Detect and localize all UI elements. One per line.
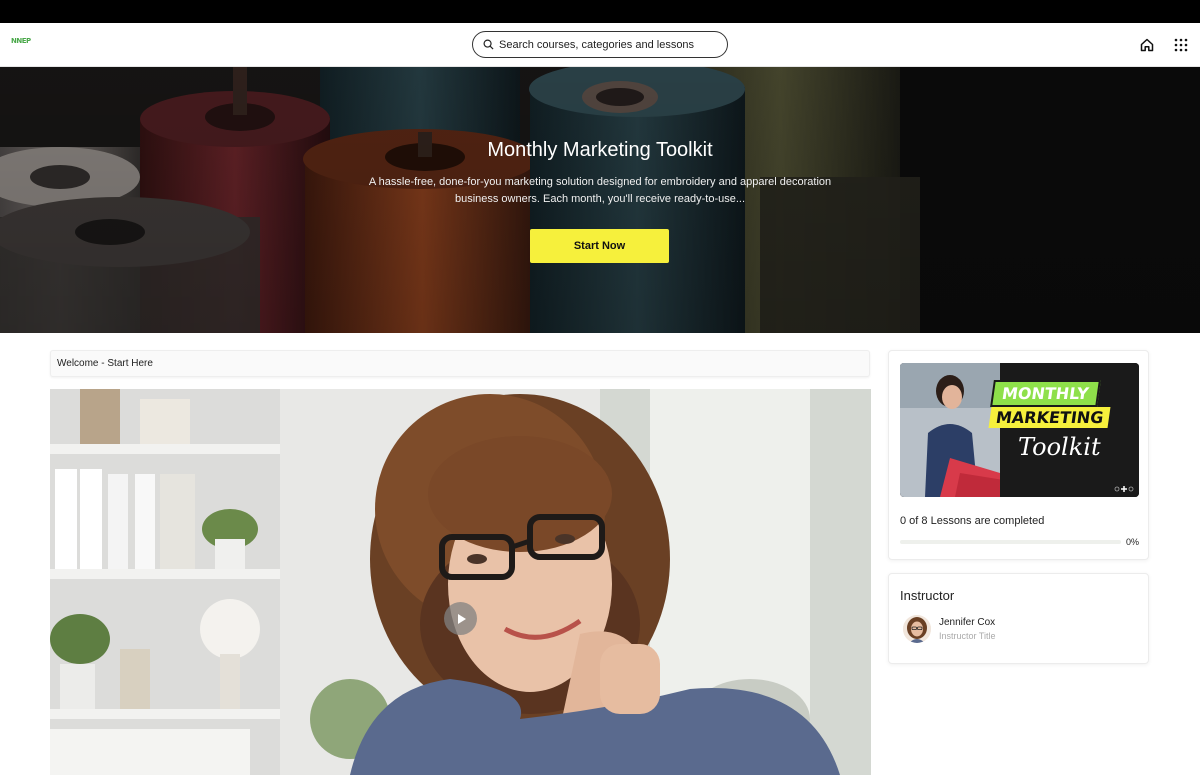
thumbnail-brand-icon [1114,486,1134,492]
lesson-title-bar[interactable]: Welcome - Start Here [50,350,870,377]
hero-title: Monthly Marketing Toolkit [487,139,713,161]
site-logo[interactable]: NNEP [11,37,31,53]
course-progress-bar [900,540,1121,544]
play-icon [457,613,466,624]
apps-grid-icon[interactable] [1173,37,1189,53]
lesson-title: Welcome - Start Here [57,358,153,369]
thumbnail-title-marketing: MARKETING [988,407,1111,428]
instructor-title: Instructor Title [939,631,996,641]
avatar-image [903,615,931,643]
hero-description: A hassle-free, done-for-you marketing so… [368,176,832,205]
course-progress-card: MONTHLY MARKETING Toolkit 0 of 8 Lessons… [888,350,1149,560]
play-button[interactable] [444,602,477,635]
progress-percent: 0% [1126,537,1140,547]
search-box[interactable]: Search courses, categories and lessons [472,31,728,58]
search-input[interactable]: Search courses, categories and lessons [499,39,694,51]
video-player[interactable] [50,389,871,775]
instructor-card: Instructor Jennifer Cox Instructor Title [888,573,1149,664]
start-now-button[interactable]: Start Now [530,229,669,263]
instructor-avatar[interactable] [903,615,931,643]
thumbnail-title-toolkit: Toolkit [1018,433,1101,461]
search-icon [483,39,494,50]
instructor-name[interactable]: Jennifer Cox [939,617,995,628]
thumbnail-title-monthly: MONTHLY [990,380,1101,407]
instructor-heading: Instructor [900,588,955,603]
window-top-bar [0,0,1200,23]
home-icon[interactable] [1139,37,1155,53]
lessons-completed-text: 0 of 8 Lessons are completed [900,515,1045,527]
site-header: NNEP Search courses, categories and less… [0,23,1200,67]
video-thumbnail-image [50,389,871,775]
logo-text: NNEP [11,37,31,45]
hero-banner: Monthly Marketing Toolkit A hassle-free,… [0,67,1200,333]
course-thumbnail[interactable]: MONTHLY MARKETING Toolkit [900,363,1139,497]
